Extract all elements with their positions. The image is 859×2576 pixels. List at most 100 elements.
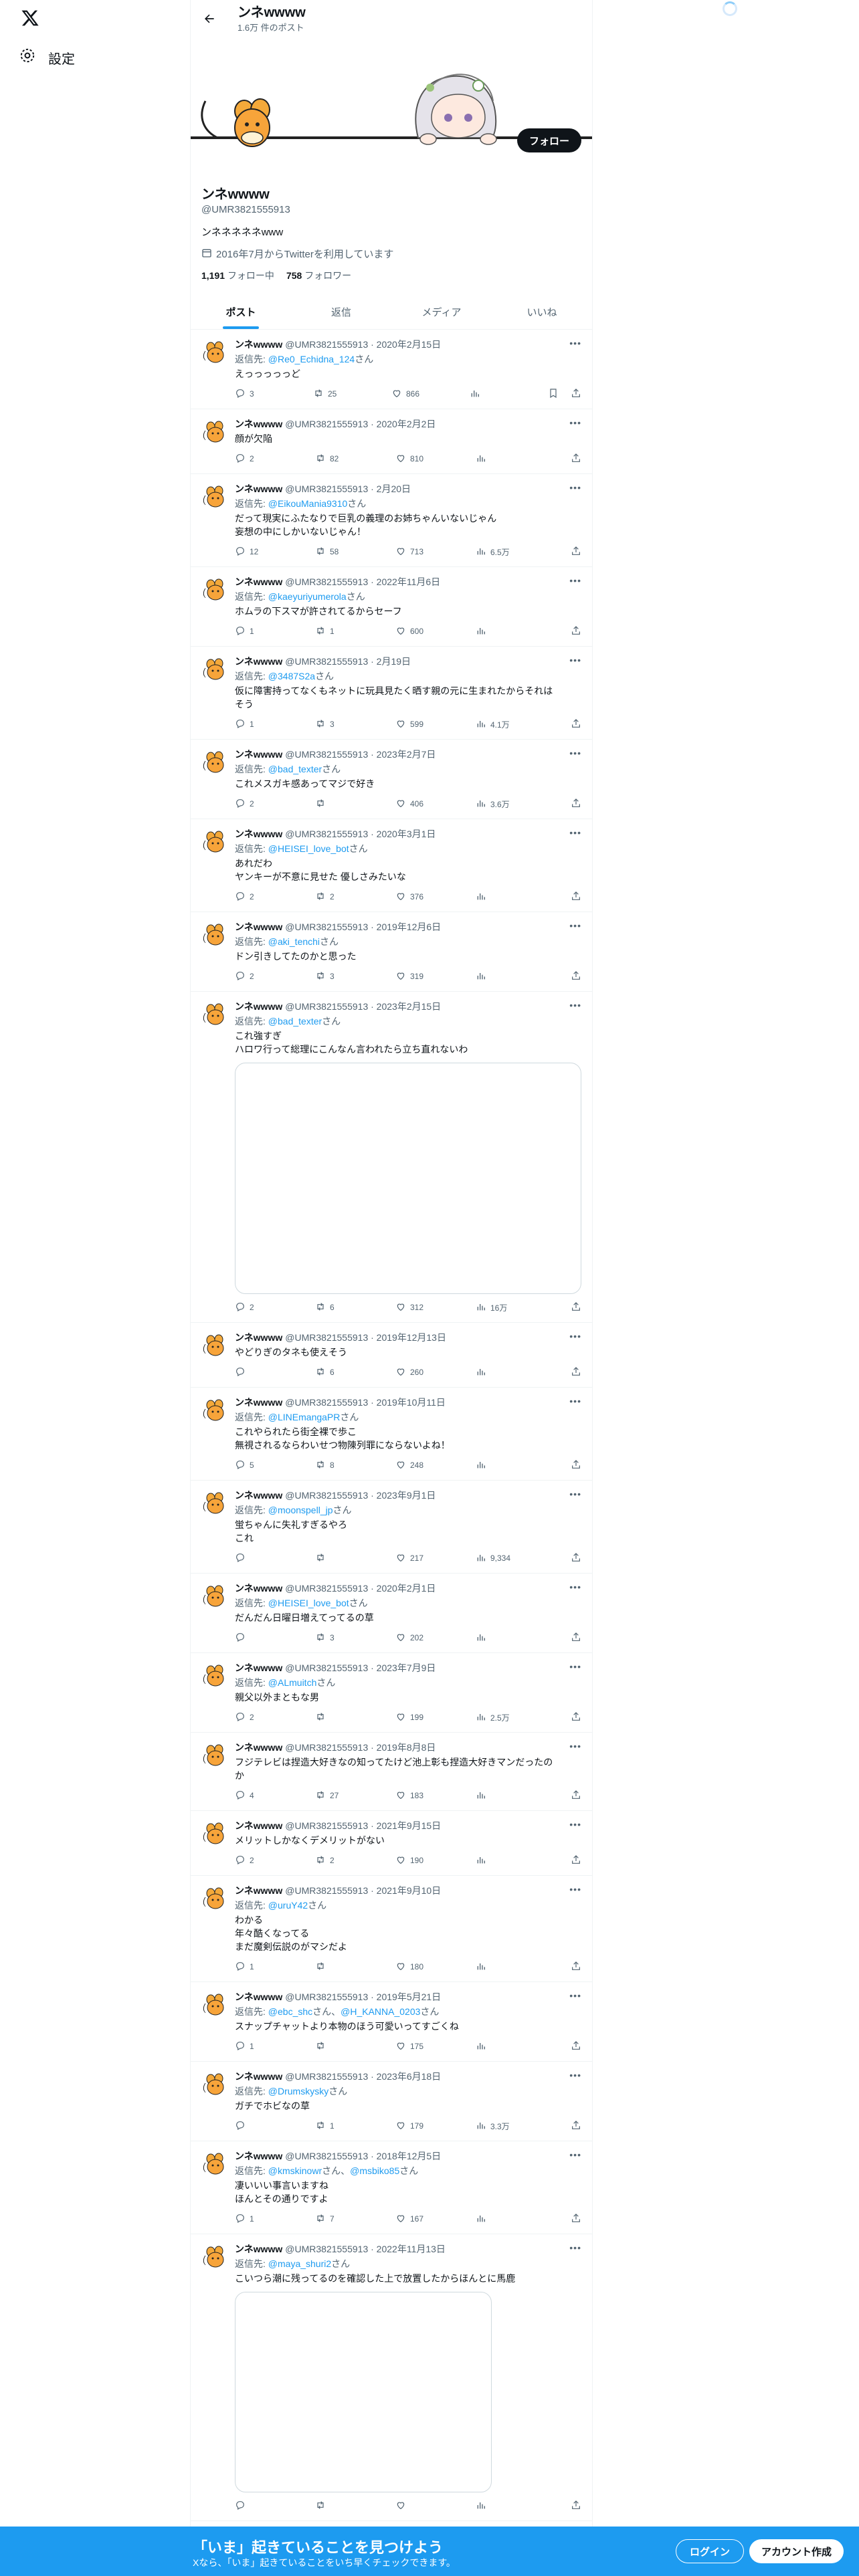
- retweet-button[interactable]: 82: [315, 453, 395, 465]
- reply-button[interactable]: 2: [235, 970, 315, 983]
- reply-to-link[interactable]: @Re0_Echidna_124: [268, 354, 355, 364]
- share-icon[interactable]: [571, 1301, 581, 1314]
- tab-3[interactable]: いいね: [492, 294, 592, 329]
- views-button[interactable]: [476, 1632, 556, 1644]
- views-button[interactable]: [476, 2040, 556, 2053]
- tweet[interactable]: ンネwwww @UMR3821555913 · 2021年9月10日 返信先: @u…: [191, 1876, 592, 1982]
- more-options-icon[interactable]: •••: [569, 827, 581, 838]
- like-button[interactable]: 183: [395, 1790, 476, 1802]
- reply-to-link[interactable]: @LINEmangaPR: [268, 1412, 341, 1422]
- tweet-author-name[interactable]: ンネwwww: [235, 417, 282, 431]
- like-button[interactable]: 199: [395, 1711, 476, 1724]
- views-button[interactable]: 16万: [476, 1301, 556, 1314]
- like-button[interactable]: 260: [395, 1366, 476, 1379]
- tweet[interactable]: ンネwwww @UMR3821555913 · 2022年11月6日 返信先: @k…: [191, 567, 592, 647]
- reply-to-link[interactable]: @kmskinowr: [268, 2165, 322, 2176]
- reply-to-link[interactable]: @EikouMania9310: [268, 498, 348, 509]
- reply-to-link[interactable]: @msbiko85: [350, 2165, 399, 2176]
- reply-button[interactable]: 5: [235, 1459, 315, 1472]
- tab-0[interactable]: ポスト: [191, 294, 291, 329]
- like-button[interactable]: 179: [395, 2120, 476, 2133]
- like-button[interactable]: 248: [395, 1459, 476, 1472]
- tweet[interactable]: ンネwwww @UMR3821555913 · 2018年12月5日 返信先: @k…: [191, 2141, 592, 2234]
- tweet[interactable]: ンネwwww @UMR3821555913 · 2020年2月15日 返信先: @R…: [191, 330, 592, 409]
- more-options-icon[interactable]: •••: [569, 338, 581, 348]
- retweet-button[interactable]: 8: [315, 1459, 395, 1472]
- share-icon[interactable]: [571, 1459, 581, 1472]
- reply-to-link[interactable]: @Drumskysky: [268, 2086, 328, 2097]
- views-button[interactable]: [470, 388, 548, 401]
- avatar[interactable]: [201, 1990, 228, 2017]
- reply-to-link[interactable]: @kaeyuriyumerola: [268, 591, 347, 602]
- retweet-button[interactable]: 58: [315, 546, 395, 558]
- reply-to-link[interactable]: @ebc_shc: [268, 2006, 312, 2017]
- tweet-media[interactable]: [235, 2292, 492, 2492]
- tweet[interactable]: ンネwwww @UMR3821555913 · 2019年12月6日 返信先: @a…: [191, 912, 592, 992]
- like-button[interactable]: 713: [395, 546, 476, 558]
- views-button[interactable]: 4.1万: [476, 718, 556, 731]
- retweet-button[interactable]: 7: [315, 2213, 395, 2226]
- tweet-author-name[interactable]: ンネwwww: [235, 1884, 282, 1897]
- retweet-button[interactable]: [315, 2040, 395, 2053]
- reply-to-link[interactable]: @bad_texter: [268, 764, 322, 774]
- avatar[interactable]: [201, 1661, 228, 1688]
- tweet-author-name[interactable]: ンネwwww: [235, 2149, 282, 2163]
- share-icon[interactable]: [571, 798, 581, 811]
- reply-button[interactable]: 1: [235, 1961, 315, 1973]
- views-button[interactable]: 3.3万: [476, 2120, 556, 2133]
- avatar[interactable]: [201, 2149, 228, 2176]
- retweet-button[interactable]: [315, 798, 395, 811]
- bookmark-icon[interactable]: [548, 388, 559, 401]
- avatar[interactable]: [201, 2242, 228, 2269]
- like-button[interactable]: 866: [391, 388, 470, 401]
- tab-2[interactable]: メディア: [391, 294, 492, 329]
- avatar[interactable]: [201, 338, 228, 364]
- more-options-icon[interactable]: •••: [569, 417, 581, 428]
- tweet[interactable]: ンネwwww @UMR3821555913 · 2月19日 返信先: @3487S2…: [191, 647, 592, 740]
- avatar[interactable]: [201, 1582, 228, 1608]
- more-options-icon[interactable]: •••: [569, 1819, 581, 1830]
- avatar[interactable]: [201, 417, 228, 444]
- more-options-icon[interactable]: •••: [569, 920, 581, 931]
- login-button[interactable]: ログイン: [676, 2539, 745, 2563]
- tweet-author-name[interactable]: ンネwwww: [235, 1990, 282, 2004]
- avatar[interactable]: [201, 2070, 228, 2097]
- back-arrow-icon[interactable]: [201, 11, 217, 27]
- retweet-button[interactable]: 3: [315, 970, 395, 983]
- avatar[interactable]: [201, 1489, 228, 1515]
- avatar[interactable]: [201, 1819, 228, 1846]
- avatar[interactable]: [201, 1000, 228, 1027]
- tweet[interactable]: ンネwwww @UMR3821555913 · 2020年2月1日 返信先: @HE…: [191, 1574, 592, 1653]
- retweet-button[interactable]: 1: [315, 2120, 395, 2133]
- avatar[interactable]: [201, 575, 228, 602]
- follow-button[interactable]: フォロー: [516, 128, 581, 152]
- tweet-author-name[interactable]: ンネwwww: [235, 575, 282, 588]
- more-options-icon[interactable]: •••: [569, 1884, 581, 1895]
- tab-1[interactable]: 返信: [291, 294, 391, 329]
- avatar[interactable]: [201, 1741, 228, 1767]
- avatar[interactable]: [201, 1396, 228, 1422]
- reply-to-link[interactable]: @HEISEI_love_bot: [268, 1598, 349, 1608]
- share-icon[interactable]: [571, 1366, 581, 1379]
- reply-button[interactable]: 12: [235, 546, 315, 558]
- reply-button[interactable]: 3: [235, 388, 313, 401]
- tweet-author-name[interactable]: ンネwwww: [235, 482, 282, 496]
- tweet-author-name[interactable]: ンネwwww: [235, 1331, 282, 1344]
- share-icon[interactable]: [571, 1632, 581, 1644]
- reply-button[interactable]: [235, 2500, 315, 2512]
- more-options-icon[interactable]: •••: [569, 1000, 581, 1010]
- tweet[interactable]: ンネwwww @UMR3821555913 · 2023年9月1日 返信先: @mo…: [191, 1481, 592, 1574]
- tweet-author-name[interactable]: ンネwwww: [235, 1396, 282, 1409]
- like-button[interactable]: 406: [395, 798, 476, 811]
- views-button[interactable]: 6.5万: [476, 546, 556, 558]
- more-options-icon[interactable]: •••: [569, 2149, 581, 2160]
- tweet[interactable]: ンネwwww @UMR3821555913 · 2月20日 返信先: @EikouM…: [191, 474, 592, 567]
- reply-to-link[interactable]: @bad_texter: [268, 1016, 322, 1027]
- views-button[interactable]: [476, 1961, 556, 1973]
- retweet-button[interactable]: [315, 1961, 395, 1973]
- reply-to-link[interactable]: @ALmuitch: [268, 1677, 317, 1688]
- tweet-author-name[interactable]: ンネwwww: [235, 655, 282, 668]
- reply-to-link[interactable]: @uruY42: [268, 1900, 308, 1911]
- tweet-author-name[interactable]: ンネwwww: [235, 1741, 282, 1754]
- following-link[interactable]: 1,191 フォロー中: [201, 269, 274, 282]
